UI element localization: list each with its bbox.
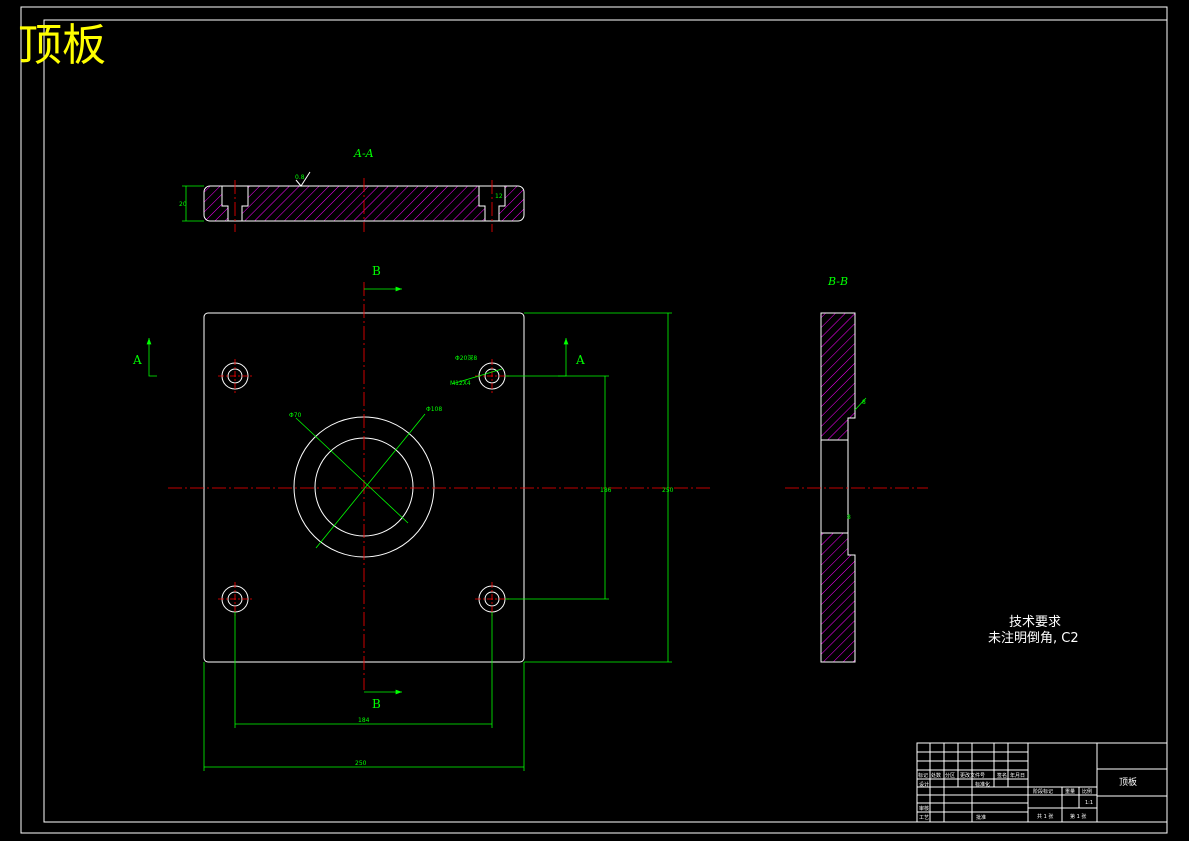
section-b-letter-bottom: B — [372, 697, 381, 711]
inner-diameter-leader — [295, 417, 409, 524]
drawing-title: 顶板 — [18, 20, 106, 71]
main-view: Φ70 Φ108 Φ20深8 M12X4 186 250 184 250 B B… — [132, 264, 710, 771]
tb-label-mark: 标记 — [918, 772, 928, 779]
section-a-letter-right: A — [575, 353, 585, 367]
tb-label-approve: 批准 — [976, 814, 986, 821]
tb-label-zone: 分区 — [945, 772, 955, 779]
tb-part-name: 顶板 — [1119, 776, 1137, 788]
tech-req-heading: 技术要求 — [1009, 615, 1061, 630]
title-block: 标记 处数 分区 更改文件号 签名 年月日 设计 标准化 审核 工艺 批准 阶段… — [916, 742, 1168, 823]
tb-label-date: 年月日 — [1010, 772, 1025, 779]
tb-label-change: 更改文件号 — [960, 772, 985, 779]
section-a-arrow-right — [558, 338, 569, 377]
section-bb-label: B-B — [827, 275, 848, 288]
tb-label-stage: 阶段标记 — [1033, 788, 1053, 795]
section-b-letter-top: B — [372, 264, 381, 278]
section-bb-hatch-top — [821, 313, 855, 440]
counterbore-callout: Φ20深8 — [455, 354, 477, 362]
tb-label-standard: 标准化 — [975, 781, 990, 788]
hole-spacing-vertical-dim: 186 — [600, 487, 612, 494]
section-bb-view: 8 8 — [785, 312, 928, 663]
plate-height-dim: 250 — [662, 487, 674, 494]
tb-sheet-number: 第 1 张 — [1070, 813, 1086, 820]
section-bb-hatch-bottom — [821, 533, 855, 662]
outer-diameter-dim: Φ108 — [426, 406, 442, 413]
tb-scale-value: 1:1 — [1085, 800, 1093, 806]
tb-label-review: 审核 — [919, 805, 929, 812]
hole-spacing-horizontal-dim: 184 — [358, 717, 370, 724]
tb-label-count: 处数 — [931, 772, 941, 779]
counterbore-depth-dim: 12 — [495, 193, 503, 200]
tb-sheet-count: 共 1 张 — [1037, 813, 1053, 820]
inner-frame — [43, 19, 1168, 823]
section-aa-label: A-A — [353, 147, 374, 160]
tb-label-weight: 重量 — [1065, 788, 1075, 795]
tb-label-design: 设计 — [919, 781, 929, 788]
hole-centerlines — [218, 359, 509, 616]
outer-frame — [20, 6, 1168, 834]
bolt-hole-callout: M12X4 — [450, 380, 471, 387]
section-a-arrow-left — [146, 338, 157, 377]
tech-req-line1: 未注明倒角, C2 — [988, 631, 1079, 646]
outer-diameter-leader — [315, 413, 426, 549]
tb-label-sign: 签名 — [997, 772, 1007, 779]
engineering-drawing: 顶板 A-A 20 12 0.8 Φ70 Φ108 Φ20深8 M12X4 18… — [18, 6, 1168, 834]
plate-width-dim: 250 — [355, 760, 367, 767]
plate-thickness-dim: 20 — [179, 201, 187, 208]
section-aa-view: 20 12 0.8 — [179, 171, 525, 232]
section-a-letter-left: A — [132, 353, 142, 367]
side-slot-dim: 8 — [847, 514, 851, 521]
inner-diameter-dim: Φ70 — [289, 412, 302, 419]
tb-label-process: 工艺 — [919, 815, 929, 821]
roughness-value: 0.8 — [295, 174, 305, 181]
tb-label-scale: 比例 — [1082, 788, 1092, 795]
